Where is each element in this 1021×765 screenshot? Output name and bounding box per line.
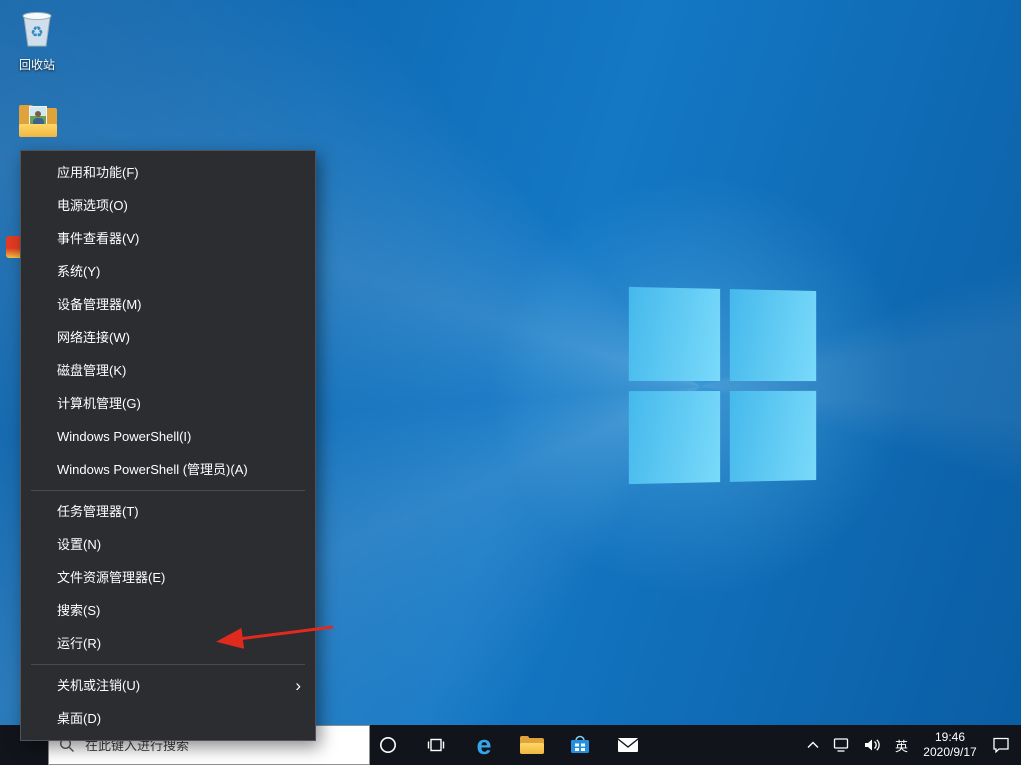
menu-item-run[interactable]: 运行(R) <box>21 627 315 660</box>
ime-indicator[interactable]: 英 <box>888 725 915 765</box>
network-button[interactable] <box>826 725 857 765</box>
action-center-button[interactable] <box>985 725 1017 765</box>
menu-item-windows-powershell-admin[interactable]: Windows PowerShell (管理员)(A) <box>21 453 315 486</box>
windows-desktop: ♻ 回收站 <box>0 0 1021 765</box>
menu-item-windows-powershell[interactable]: Windows PowerShell(I) <box>21 420 315 453</box>
taskbar-buttons: e <box>364 725 652 765</box>
winx-menu: 应用和功能(F) 电源选项(O) 事件查看器(V) 系统(Y) 设备管理器(M)… <box>20 150 316 741</box>
chevron-up-icon <box>807 741 819 749</box>
cortana-button[interactable] <box>364 725 412 765</box>
task-view-icon <box>426 738 446 752</box>
system-tray: 英 19:46 2020/9/17 <box>800 725 1021 765</box>
menu-item-desktop[interactable]: 桌面(D) <box>21 702 315 735</box>
menu-separator <box>31 490 305 491</box>
action-center-icon <box>992 737 1010 753</box>
clock-date: 2020/9/17 <box>923 745 976 760</box>
menu-item-settings[interactable]: 设置(N) <box>21 528 315 561</box>
tray-expand-button[interactable] <box>800 725 826 765</box>
edge-button[interactable]: e <box>460 725 508 765</box>
windows-logo-pane <box>729 390 816 481</box>
edge-icon: e <box>476 732 491 759</box>
menu-separator <box>31 664 305 665</box>
windows-logo-pane <box>729 289 816 380</box>
taskbar-clock[interactable]: 19:46 2020/9/17 <box>915 725 985 765</box>
windows-logo-pane <box>629 391 720 485</box>
windows-logo <box>629 287 816 484</box>
menu-item-device-manager[interactable]: 设备管理器(M) <box>21 288 315 321</box>
menu-item-network-connections[interactable]: 网络连接(W) <box>21 321 315 354</box>
store-button[interactable] <box>556 725 604 765</box>
windows-logo-pane <box>629 287 720 381</box>
folder-front <box>19 124 57 137</box>
cortana-icon <box>379 736 397 754</box>
user-photo-head <box>35 111 41 117</box>
mail-icon <box>617 737 639 753</box>
folder-front <box>520 743 544 754</box>
folder-tab <box>520 736 529 740</box>
recycle-bin-icon: ♻ <box>19 8 55 48</box>
desktop-icon-recycle-bin[interactable]: ♻ 回收站 <box>13 8 61 73</box>
menu-item-search[interactable]: 搜索(S) <box>21 594 315 627</box>
menu-item-disk-management[interactable]: 磁盘管理(K) <box>21 354 315 387</box>
menu-item-shutdown-or-sign-out[interactable]: 关机或注销(U) › <box>21 669 315 702</box>
task-view-button[interactable] <box>412 725 460 765</box>
menu-item-power-options[interactable]: 电源选项(O) <box>21 189 315 222</box>
menu-item-computer-management[interactable]: 计算机管理(G) <box>21 387 315 420</box>
clock-time: 19:46 <box>935 730 965 745</box>
menu-item-label: 关机或注销(U) <box>57 678 140 693</box>
menu-item-file-explorer[interactable]: 文件资源管理器(E) <box>21 561 315 594</box>
desktop-icon-user-folder[interactable] <box>17 105 59 137</box>
file-explorer-icon <box>520 736 544 754</box>
partial-desktop-icon[interactable] <box>6 236 20 258</box>
mail-button[interactable] <box>604 725 652 765</box>
volume-button[interactable] <box>857 725 888 765</box>
file-explorer-button[interactable] <box>508 725 556 765</box>
submenu-chevron-icon: › <box>295 669 301 702</box>
network-icon <box>833 738 850 753</box>
menu-item-task-manager[interactable]: 任务管理器(T) <box>21 495 315 528</box>
user-folder-icon <box>19 105 57 137</box>
menu-item-event-viewer[interactable]: 事件查看器(V) <box>21 222 315 255</box>
menu-item-apps-and-features[interactable]: 应用和功能(F) <box>21 156 315 189</box>
menu-item-system[interactable]: 系统(Y) <box>21 255 315 288</box>
recycle-symbol: ♻ <box>30 23 43 41</box>
desktop-icon-label: 回收站 <box>13 56 61 73</box>
store-icon <box>569 735 591 755</box>
speaker-icon <box>864 738 881 752</box>
